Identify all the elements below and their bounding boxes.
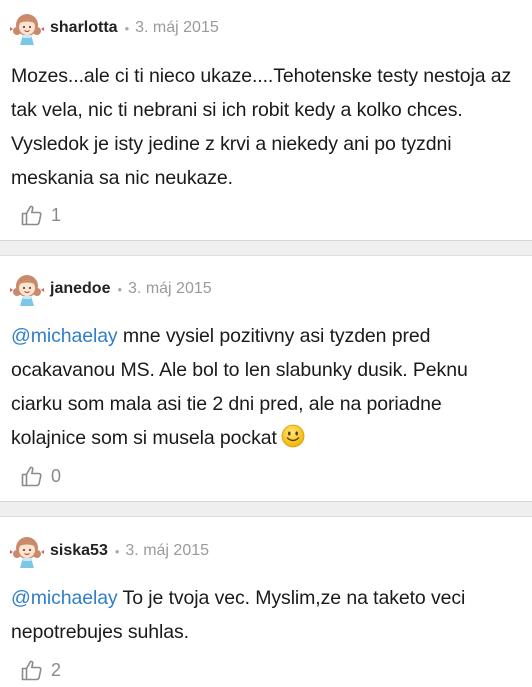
thumbs-up-icon[interactable] <box>20 203 44 227</box>
comment-divider <box>0 240 532 256</box>
comment-item: sharlotta • 3. máj 2015 Mozes...ale ci t… <box>0 0 532 240</box>
comment-date: 3. máj 2015 <box>128 280 212 297</box>
girl-avatar-icon[interactable] <box>10 11 44 45</box>
user-mention-link[interactable]: @michaelay <box>11 587 118 609</box>
girl-avatar-icon[interactable] <box>10 534 44 568</box>
comment-username[interactable]: siska53 <box>50 542 108 560</box>
comment-header: janedoe • 3. máj 2015 <box>10 271 212 307</box>
comment-date: 3. máj 2015 <box>135 19 219 36</box>
comment-body: @michaelay mne vysiel pozitivny asi tyzd… <box>11 319 521 455</box>
smiley-emoji-icon <box>281 424 305 448</box>
comment-body: @michaelay To je tvoja vec. Myslim,ze na… <box>11 581 521 649</box>
comment-header: siska53 • 3. máj 2015 <box>10 533 209 569</box>
comment-date: 3. máj 2015 <box>125 542 210 559</box>
comment-item: janedoe • 3. máj 2015 @michaelay mne vys… <box>0 256 532 501</box>
comment-username[interactable]: janedoe <box>50 280 110 298</box>
girl-avatar-icon[interactable] <box>10 272 44 306</box>
comment-divider <box>0 501 532 517</box>
thumbs-up-icon[interactable] <box>20 658 44 682</box>
comment-text: Mozes...ale ci ti nieco ukaze....Tehoten… <box>11 65 512 189</box>
meta-separator: • <box>124 20 130 36</box>
comment-body: Mozes...ale ci ti nieco ukaze....Tehoten… <box>11 59 521 195</box>
meta-separator: • <box>114 543 120 559</box>
like-button[interactable]: 2 <box>20 656 61 684</box>
like-button[interactable]: 0 <box>20 462 61 490</box>
comment-header: sharlotta • 3. máj 2015 <box>10 10 219 46</box>
comment-item: siska53 • 3. máj 2015 @michaelay To je t… <box>0 517 532 687</box>
like-count: 2 <box>51 659 62 680</box>
like-count: 0 <box>51 465 62 486</box>
user-mention-link[interactable]: @michaelay <box>11 325 118 347</box>
meta-separator: • <box>117 281 123 297</box>
thumbs-up-icon[interactable] <box>20 464 44 488</box>
comment-username[interactable]: sharlotta <box>50 19 118 37</box>
like-button[interactable]: 1 <box>20 201 61 229</box>
like-count: 1 <box>51 204 62 225</box>
